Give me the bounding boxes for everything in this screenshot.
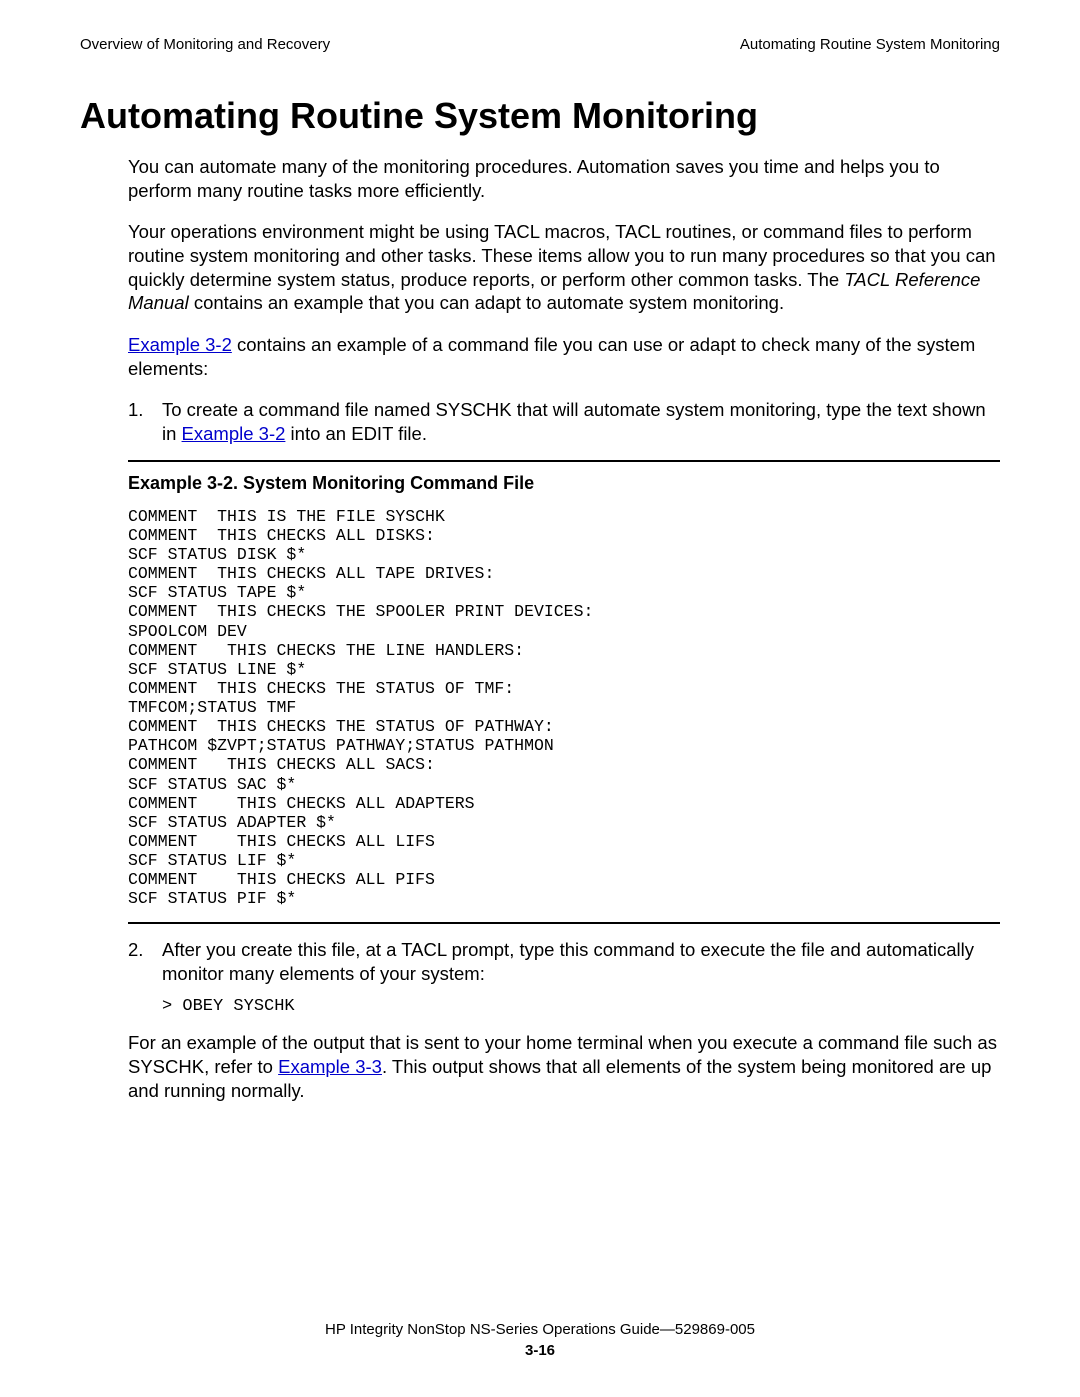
para2-text-b: contains an example that you can adapt t… — [189, 292, 784, 313]
example-top-rule — [128, 460, 1000, 462]
intro-paragraph-3: Example 3-2 contains an example of a com… — [128, 333, 1000, 380]
header-left: Overview of Monitoring and Recovery — [80, 36, 330, 53]
intro-paragraph-1: You can automate many of the monitoring … — [128, 155, 1000, 202]
example-code-block: COMMENT THIS IS THE FILE SYSCHK COMMENT … — [128, 507, 1000, 909]
page-title: Automating Routine System Monitoring — [80, 95, 1000, 137]
example-3-3-link[interactable]: Example 3-3 — [278, 1056, 382, 1077]
ol2-number: 2. — [128, 938, 162, 985]
ol1-text: To create a command file named SYSCHK th… — [162, 398, 1000, 445]
intro-paragraph-2: Your operations environment might be usi… — [128, 220, 1000, 315]
example-caption: Example 3-2. System Monitoring Command F… — [128, 472, 1000, 495]
running-header: Overview of Monitoring and Recovery Auto… — [80, 36, 1000, 53]
example-3-2-link[interactable]: Example 3-2 — [128, 334, 232, 355]
para3-rest: contains an example of a command file yo… — [128, 334, 975, 379]
footer-doc-line: HP Integrity NonStop NS-Series Operation… — [0, 1319, 1080, 1340]
ol1-number: 1. — [128, 398, 162, 445]
example-3-2-link-inline[interactable]: Example 3-2 — [182, 423, 286, 444]
closing-paragraph: For an example of the output that is sen… — [128, 1031, 1000, 1102]
header-right: Automating Routine System Monitoring — [740, 36, 1000, 53]
example-bottom-rule — [128, 922, 1000, 924]
body-content: You can automate many of the monitoring … — [128, 155, 1000, 1102]
ol1-b: into an EDIT file. — [285, 423, 427, 444]
ol2-text: After you create this file, at a TACL pr… — [162, 938, 1000, 985]
page-footer: HP Integrity NonStop NS-Series Operation… — [0, 1319, 1080, 1361]
obey-command: > OBEY SYSCHK — [162, 996, 1000, 1018]
footer-page-number: 3-16 — [0, 1340, 1080, 1361]
ordered-item-1: 1. To create a command file named SYSCHK… — [128, 398, 1000, 445]
ordered-item-2: 2. After you create this file, at a TACL… — [128, 938, 1000, 985]
